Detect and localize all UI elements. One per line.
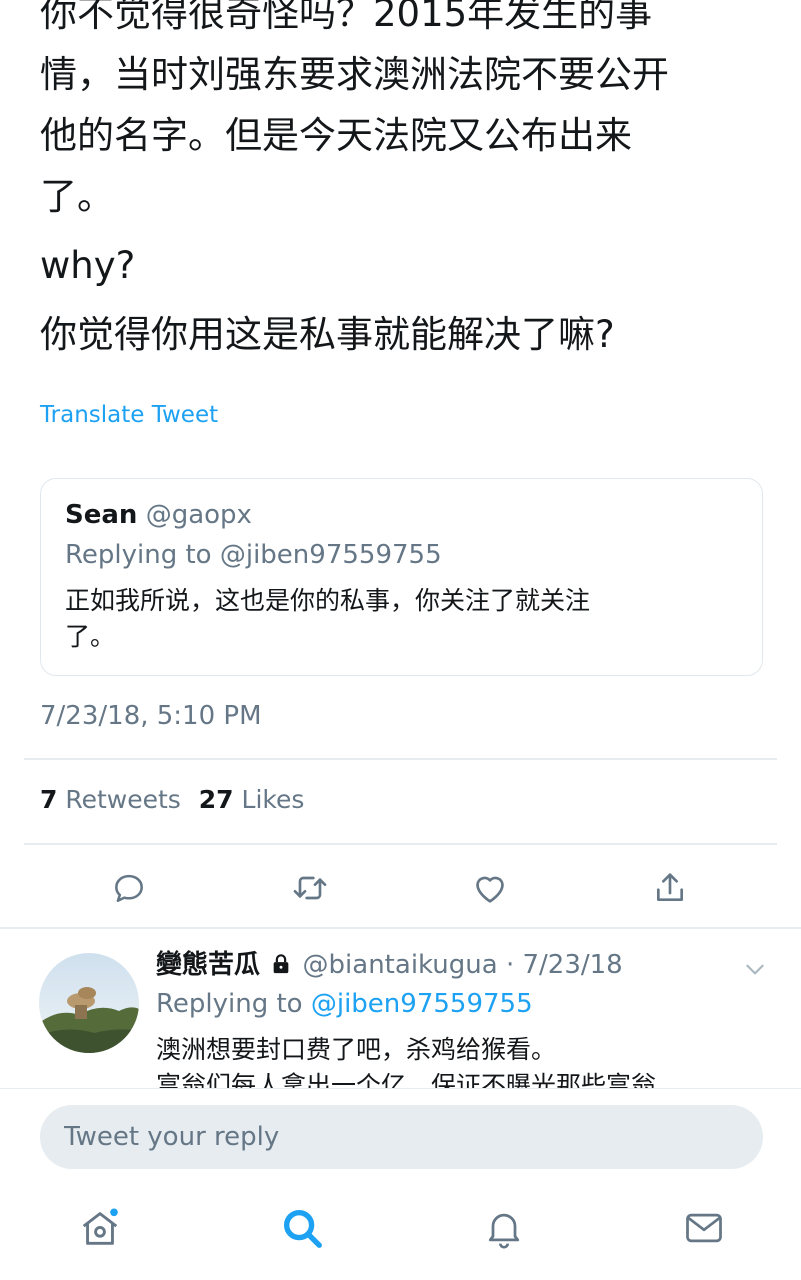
likes-stat[interactable]: 27 Likes bbox=[199, 785, 305, 814]
quoted-body-line: 了。 bbox=[65, 622, 116, 651]
tweet-text-line: 他的名字。但是今天法院又公布出来 bbox=[40, 114, 632, 157]
tweet-text-question: 你觉得你用这是私事就能解决了嘛? bbox=[40, 313, 615, 356]
share-button[interactable] bbox=[648, 866, 692, 910]
tweet-timestamp: 7/23/18, 5:10 PM bbox=[40, 701, 262, 731]
bottom-tab-bar bbox=[0, 1184, 801, 1280]
reply-body-line: 澳洲想要封口费了吧，杀鸡给猴看。 bbox=[156, 1035, 557, 1064]
reply-tweet[interactable]: 變態苦瓜 @biantaikugua · 7/23/18 Replying to… bbox=[0, 928, 801, 1088]
quoted-replying-to: Replying to @jiben97559755 bbox=[65, 540, 442, 570]
reply-author-handle: @biantaikugua bbox=[302, 950, 498, 980]
likes-label: Likes bbox=[241, 785, 305, 814]
tab-search[interactable] bbox=[278, 1204, 326, 1252]
quoted-tweet-header: Sean @gaopx bbox=[65, 499, 738, 531]
reply-body: 澳洲想要封口费了吧，杀鸡给猴看。 富翁们每人拿出一个亿，保证不曝光那些富翁 bbox=[156, 1032, 776, 1088]
translate-tweet-link[interactable]: Translate Tweet bbox=[40, 402, 218, 428]
retweets-count: 7 bbox=[40, 785, 58, 814]
replying-mention-link[interactable]: @jiben97559755 bbox=[311, 989, 533, 1019]
notifications-icon bbox=[488, 1213, 520, 1249]
quoted-author-name: Sean bbox=[65, 500, 138, 530]
quoted-tweet-card[interactable]: Sean @gaopx Replying to @jiben97559755 正… bbox=[40, 478, 763, 676]
tab-home[interactable] bbox=[76, 1204, 124, 1252]
chevron-down-icon bbox=[746, 964, 764, 975]
tab-notifications[interactable] bbox=[480, 1204, 528, 1252]
reply-composer bbox=[0, 1088, 801, 1184]
avatar[interactable] bbox=[39, 953, 139, 1053]
quoted-tweet-body: 正如我所说，这也是你的私事，你关注了就关注 了。 bbox=[65, 583, 738, 655]
likes-count: 27 bbox=[198, 785, 234, 814]
lock-icon bbox=[273, 954, 289, 974]
tweet-text-line: 情，当时刘强东要求澳洲法院不要公开 bbox=[40, 53, 669, 96]
reply-menu-button[interactable] bbox=[742, 956, 768, 986]
avatar-image bbox=[39, 953, 139, 1053]
tweet-reply-input[interactable] bbox=[40, 1105, 763, 1169]
retweet-icon bbox=[293, 876, 327, 900]
tab-messages[interactable] bbox=[680, 1204, 728, 1252]
quoted-author-handle: @gaopx bbox=[145, 500, 252, 530]
reply-body-line: 富翁们每人拿出一个亿，保证不曝光那些富翁 bbox=[156, 1071, 657, 1088]
divider bbox=[24, 843, 777, 845]
reply-button[interactable] bbox=[107, 866, 151, 910]
divider bbox=[24, 758, 777, 760]
tweet-text-line: 你不觉得很奇怪吗？2015年发生的事 bbox=[40, 0, 653, 35]
tweet-actions bbox=[0, 866, 801, 910]
tweet-stats: 7 Retweets 27 Likes bbox=[40, 785, 304, 814]
reply-author-name[interactable]: 變態苦瓜 bbox=[156, 950, 260, 980]
like-button[interactable] bbox=[468, 866, 512, 910]
tweet-text-why: why? bbox=[40, 244, 136, 287]
retweets-stat[interactable]: 7 Retweets bbox=[40, 785, 181, 814]
reply-date: 7/23/18 bbox=[522, 950, 623, 980]
retweet-button[interactable] bbox=[288, 866, 332, 910]
tweet-text: 你不觉得很奇怪吗？2015年发生的事 情，当时刘强东要求澳洲法院不要公开 他的名… bbox=[40, 0, 760, 365]
messages-icon bbox=[686, 1213, 722, 1243]
reply-icon bbox=[115, 874, 143, 902]
quoted-body-line: 正如我所说，这也是你的私事，你关注了就关注 bbox=[65, 586, 591, 615]
reply-separator: · bbox=[505, 950, 515, 980]
reply-header: 變態苦瓜 @biantaikugua · 7/23/18 bbox=[156, 948, 623, 982]
tweet-text-line: 了。 bbox=[40, 175, 114, 218]
search-icon bbox=[283, 1209, 322, 1248]
share-icon bbox=[657, 873, 683, 901]
like-icon bbox=[476, 876, 504, 903]
reply-replying-to: Replying to @jiben97559755 bbox=[156, 987, 533, 1021]
replying-prefix: Replying to bbox=[156, 989, 303, 1019]
retweets-label: Retweets bbox=[65, 785, 181, 814]
home-icon bbox=[82, 1208, 118, 1245]
